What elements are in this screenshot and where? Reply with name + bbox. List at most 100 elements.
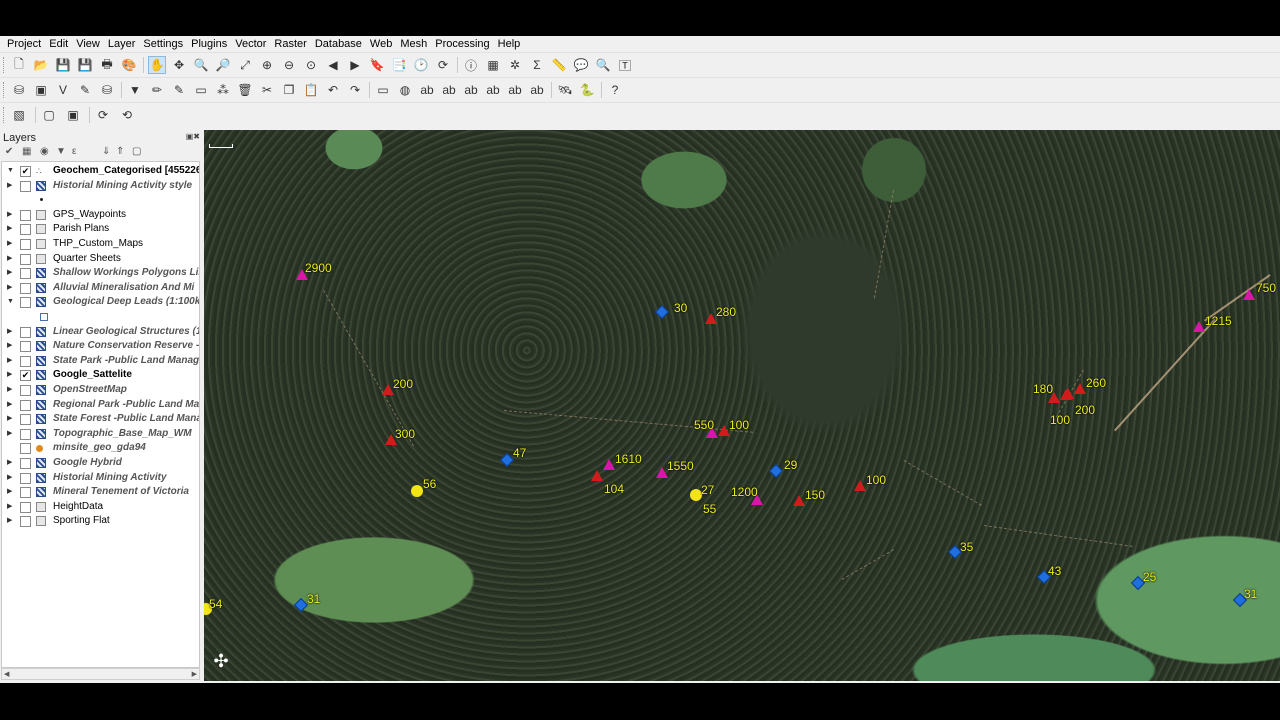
- layer-tree[interactable]: ▼ ✔ ∴ Geochem_Categorised [455226 ▶ Historial…: [1, 161, 200, 668]
- menu-view[interactable]: View: [72, 36, 104, 52]
- layer-row[interactable]: ▶ ✔ Google_Sattelite: [2, 368, 199, 382]
- save-as-icon[interactable]: 💾: [76, 56, 94, 74]
- layer-visibility-checkbox[interactable]: [20, 443, 31, 455]
- expand-arrow-icon[interactable]: ▶: [7, 179, 12, 193]
- show-bookmarks-icon[interactable]: 📑: [390, 56, 408, 74]
- new-geopackage-icon[interactable]: ▣: [32, 81, 50, 99]
- expand-arrow-icon[interactable]: ▶: [7, 427, 12, 441]
- cut-icon[interactable]: ✂: [258, 81, 276, 99]
- expand-arrow-icon[interactable]: ▶: [7, 398, 12, 412]
- geochem-sample-diamond[interactable]: [293, 597, 309, 613]
- layer-row[interactable]: ▶ Quarter Sheets: [2, 252, 199, 266]
- layer-visibility-checkbox[interactable]: [20, 239, 31, 250]
- collapse-arrow-icon[interactable]: ▼: [7, 164, 14, 178]
- paste-icon[interactable]: 📋: [302, 81, 320, 99]
- expand-arrow-icon[interactable]: ▶: [7, 500, 12, 514]
- layer-row[interactable]: ▶ Nature Conservation Reserve -: [2, 339, 199, 353]
- new-project-icon[interactable]: 🗋: [10, 56, 28, 74]
- refresh-a-icon[interactable]: ⟳: [94, 106, 112, 124]
- pan-icon[interactable]: ✋: [148, 56, 166, 74]
- layer-visibility-checkbox[interactable]: [20, 341, 31, 353]
- layer-row[interactable]: ▶ Sporting Flat: [2, 514, 199, 528]
- layer-row[interactable]: ▼ Geological Deep Leads (1:100k: [2, 295, 199, 309]
- layer-row[interactable]: ▼ ✔ ∴ Geochem_Categorised [455226: [2, 164, 199, 178]
- zoom-last-icon[interactable]: ◀: [324, 56, 342, 74]
- layer-row[interactable]: ▶ State Park -Public Land Manag: [2, 354, 199, 368]
- selection-tool-icon[interactable]: ▧: [10, 106, 28, 124]
- menu-settings[interactable]: Settings: [139, 36, 187, 52]
- annotation-icon[interactable]: 🔍: [594, 56, 612, 74]
- add-group-icon[interactable]: ▦: [22, 146, 31, 157]
- expand-arrow-icon[interactable]: ▶: [7, 368, 12, 382]
- geochem-sample-diamond[interactable]: [499, 452, 515, 468]
- layer-row[interactable]: ▶ Mineral Tenement of Victoria: [2, 485, 199, 499]
- toolbar-grip[interactable]: [3, 82, 7, 98]
- copy-icon[interactable]: ❐: [280, 81, 298, 99]
- layer-visibility-checkbox[interactable]: [20, 399, 31, 411]
- vertex-tool-icon[interactable]: ⁂: [214, 81, 232, 99]
- label-properties-icon[interactable]: ab: [528, 81, 546, 99]
- expand-arrow-icon[interactable]: ▶: [7, 208, 12, 222]
- layer-visibility-checkbox[interactable]: [20, 385, 31, 396]
- layer-row[interactable]: ▶ Alluvial Mineralisation And Mi: [2, 281, 199, 295]
- layer-visibility-checkbox[interactable]: [20, 428, 31, 440]
- zoom-out-icon[interactable]: 🔎: [214, 56, 232, 74]
- layer-row[interactable]: ▶ Regional Park -Public Land Ma: [2, 398, 199, 412]
- layer-visibility-checkbox[interactable]: [20, 282, 31, 294]
- geochem-sample-triangle[interactable]: [591, 470, 603, 481]
- expand-arrow-icon[interactable]: ▶: [7, 471, 12, 485]
- expand-arrow-icon[interactable]: ▶: [7, 325, 12, 339]
- geochem-sample-triangle[interactable]: [1074, 383, 1086, 394]
- refresh-icon[interactable]: ⟳: [434, 56, 452, 74]
- toolbar-grip[interactable]: [3, 57, 7, 73]
- menu-edit[interactable]: Edit: [45, 36, 72, 52]
- expand-arrow-icon[interactable]: ▶: [7, 514, 12, 528]
- menu-plugins[interactable]: Plugins: [187, 36, 231, 52]
- expand-all-icon[interactable]: ⇓: [102, 146, 110, 157]
- layer-visibility-checkbox[interactable]: ✔: [20, 166, 31, 177]
- geochem-sample-triangle[interactable]: [603, 459, 615, 470]
- zoom-selection-icon[interactable]: ⊕: [258, 56, 276, 74]
- label-pin-icon[interactable]: ◍: [396, 81, 414, 99]
- pan-to-selection-icon[interactable]: ✥: [170, 56, 188, 74]
- layer-row[interactable]: minsite_geo_gda94: [2, 441, 199, 455]
- add-feature-icon[interactable]: ▭: [192, 81, 210, 99]
- gps-tool-icon[interactable]: 🛰: [556, 81, 574, 99]
- geochem-sample-triangle[interactable]: [1060, 389, 1072, 400]
- layer-visibility-checkbox[interactable]: [20, 487, 31, 499]
- save-project-icon[interactable]: 💾: [54, 56, 72, 74]
- data-source-manager-icon[interactable]: ⛁: [10, 81, 28, 99]
- expand-arrow-icon[interactable]: ▶: [7, 222, 12, 236]
- geochem-sample-triangle[interactable]: [793, 495, 805, 506]
- text-annotation-icon[interactable]: 🅃: [616, 56, 634, 74]
- label-rotate-icon[interactable]: ab: [484, 81, 502, 99]
- identify-icon[interactable]: ⓘ: [462, 56, 480, 74]
- expand-arrow-icon[interactable]: ▶: [7, 252, 12, 266]
- layer-row[interactable]: ▶ Linear Geological Structures (1: [2, 325, 199, 339]
- panel-window-buttons[interactable]: ▣✖: [186, 132, 200, 141]
- menu-mesh[interactable]: Mesh: [396, 36, 431, 52]
- layer-row[interactable]: ▶ THP_Custom_Maps: [2, 237, 199, 251]
- layer-visibility-checkbox[interactable]: [20, 355, 31, 367]
- new-shapefile-icon[interactable]: V: [54, 81, 72, 99]
- select-by-expression-icon[interactable]: ▣: [64, 106, 82, 124]
- layer-row[interactable]: ▶ Parish Plans: [2, 222, 199, 236]
- menu-vector[interactable]: Vector: [231, 36, 270, 52]
- label-tool-icon[interactable]: ▭: [374, 81, 392, 99]
- expand-arrow-icon[interactable]: ▶: [7, 456, 12, 470]
- expand-arrow-icon[interactable]: ▶: [7, 281, 12, 295]
- layer-row[interactable]: ▶ Google Hybrid: [2, 456, 199, 470]
- remove-layer-icon[interactable]: ▢: [132, 146, 141, 157]
- zoom-full-icon[interactable]: ⤢: [236, 56, 254, 74]
- toolbar-grip[interactable]: [3, 107, 7, 123]
- zoom-native-icon[interactable]: ⊙: [302, 56, 320, 74]
- menu-web[interactable]: Web: [366, 36, 396, 52]
- geochem-sample-triangle[interactable]: [1243, 289, 1255, 300]
- geochem-sample-triangle[interactable]: [1193, 321, 1205, 332]
- map-canvas[interactable]: ✣ 2900 30 280 750 1215 200 300 180 260 100 200 550 1…: [204, 130, 1280, 681]
- new-virtual-layer-icon[interactable]: ⛁: [98, 81, 116, 99]
- layer-row[interactable]: ▶ Historial Mining Activity: [2, 471, 199, 485]
- new-spatialite-icon[interactable]: ✎: [76, 81, 94, 99]
- redo-icon[interactable]: ↷: [346, 81, 364, 99]
- layer-visibility-checkbox[interactable]: [20, 326, 31, 338]
